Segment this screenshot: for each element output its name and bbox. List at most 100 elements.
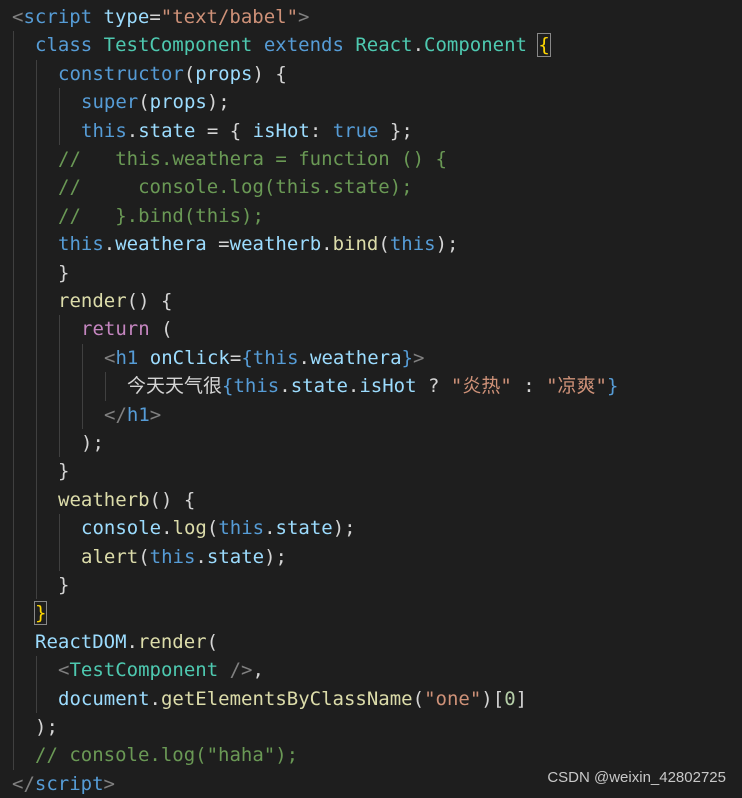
indent-guide	[59, 514, 60, 571]
code-line[interactable]: alert(this.state);	[81, 543, 287, 571]
code-token: >	[149, 403, 162, 426]
code-token: ?	[416, 375, 451, 398]
indent-guide	[36, 656, 37, 713]
code-token: h1	[115, 346, 139, 369]
code-token: {	[537, 33, 551, 58]
code-line[interactable]: this.state = { isHot: true };	[81, 117, 413, 145]
code-token: TestComponent	[69, 659, 219, 682]
code-token: this	[233, 375, 280, 398]
code-line[interactable]: </h1>	[104, 401, 161, 429]
code-line[interactable]: ReactDOM.render(	[35, 628, 218, 656]
code-token: state	[290, 375, 348, 398]
code-token: .	[264, 517, 276, 540]
code-token: );	[435, 233, 459, 256]
code-line[interactable]: super(props);	[81, 88, 230, 116]
code-token: <	[104, 346, 116, 369]
code-token: }	[401, 346, 413, 369]
code-token: weathera	[310, 346, 402, 369]
code-line[interactable]: this.weathera =weatherb.bind(this);	[58, 230, 458, 258]
code-token: script	[23, 6, 93, 28]
code-token: bind	[332, 233, 379, 256]
code-token: this	[58, 233, 104, 256]
code-token: this	[218, 517, 265, 540]
code-token: )[	[481, 687, 505, 710]
code-token: );	[206, 91, 230, 114]
code-token: />	[218, 659, 253, 682]
code-token: "one"	[424, 687, 482, 710]
code-token: this	[149, 545, 196, 568]
code-line[interactable]: );	[35, 713, 58, 741]
code-token: );	[81, 432, 104, 454]
code-token: state	[138, 119, 196, 142]
code-token: (	[183, 62, 196, 85]
code-line[interactable]: render() {	[58, 287, 172, 315]
code-line[interactable]: <script type="text/babel">	[12, 3, 310, 31]
code-line[interactable]: return (	[81, 315, 173, 343]
code-token: .	[321, 233, 333, 256]
indent-guide	[59, 88, 60, 145]
code-token: };	[378, 119, 413, 142]
code-line[interactable]: }	[58, 259, 69, 287]
code-line[interactable]: constructor(props) {	[58, 60, 287, 88]
code-token: extends	[263, 34, 344, 57]
code-line[interactable]: }	[33, 599, 48, 627]
code-token: (	[378, 233, 390, 256]
code-line[interactable]: console.log(this.state);	[81, 514, 356, 542]
code-token: :	[309, 119, 333, 142]
code-editor[interactable]: <script type="text/babel"> class TestComp…	[0, 0, 742, 796]
code-token: "凉爽"	[546, 375, 607, 398]
indent-guide	[105, 372, 106, 401]
code-token: isHot	[252, 119, 310, 142]
code-token: (	[138, 545, 150, 568]
code-token: >	[412, 346, 425, 369]
code-token: weatherb	[58, 488, 150, 511]
code-token: .	[126, 630, 138, 653]
code-token: () {	[126, 290, 173, 312]
indent-guide	[36, 59, 37, 600]
code-line[interactable]: class TestComponent extends React.Compon…	[35, 31, 551, 59]
code-token: Component	[424, 34, 527, 57]
code-token: (	[149, 318, 173, 341]
code-token: (	[206, 630, 219, 653]
code-token: .	[412, 34, 425, 57]
code-line[interactable]: </script>	[12, 770, 115, 798]
watermark: CSDN @weixin_42802725	[547, 769, 726, 786]
code-token: props	[149, 91, 207, 114]
code-token: <	[12, 6, 24, 28]
code-token: "text/babel"	[160, 6, 299, 28]
code-token: state	[275, 517, 333, 540]
code-token: this	[389, 233, 436, 256]
code-line[interactable]: );	[81, 429, 104, 457]
indent-guide	[13, 31, 14, 770]
code-line[interactable]: }	[58, 571, 69, 599]
code-line[interactable]: 今天天气很{this.state.isHot ? "炎热" : "凉爽"}	[127, 372, 618, 400]
indent-guide	[59, 315, 60, 458]
code-token: }	[58, 261, 70, 284]
code-line[interactable]: <h1 onClick={this.weathera}>	[104, 344, 424, 372]
code-line[interactable]: // this.weathera = function () {	[58, 145, 447, 173]
code-token: =	[206, 233, 230, 256]
code-token: .	[126, 119, 139, 142]
code-line[interactable]: weatherb() {	[58, 486, 195, 514]
code-line[interactable]: // console.log("haha");	[35, 741, 298, 769]
code-line[interactable]: <TestComponent />,	[58, 656, 264, 684]
code-token: class	[35, 34, 93, 57]
code-token: () {	[149, 488, 196, 511]
code-line[interactable]: }	[58, 457, 69, 485]
code-line[interactable]: // }.bind(this);	[58, 202, 264, 230]
code-token: =	[229, 346, 242, 369]
code-token: document	[58, 687, 150, 710]
code-token: (	[138, 91, 150, 114]
code-line[interactable]: // console.log(this.state);	[58, 173, 413, 201]
code-token: .	[298, 346, 310, 369]
code-line[interactable]: document.getElementsByClassName("one")[0…	[58, 685, 527, 713]
code-token: h1	[126, 403, 150, 426]
code-token: );	[332, 517, 356, 540]
code-token: React	[355, 34, 413, 57]
